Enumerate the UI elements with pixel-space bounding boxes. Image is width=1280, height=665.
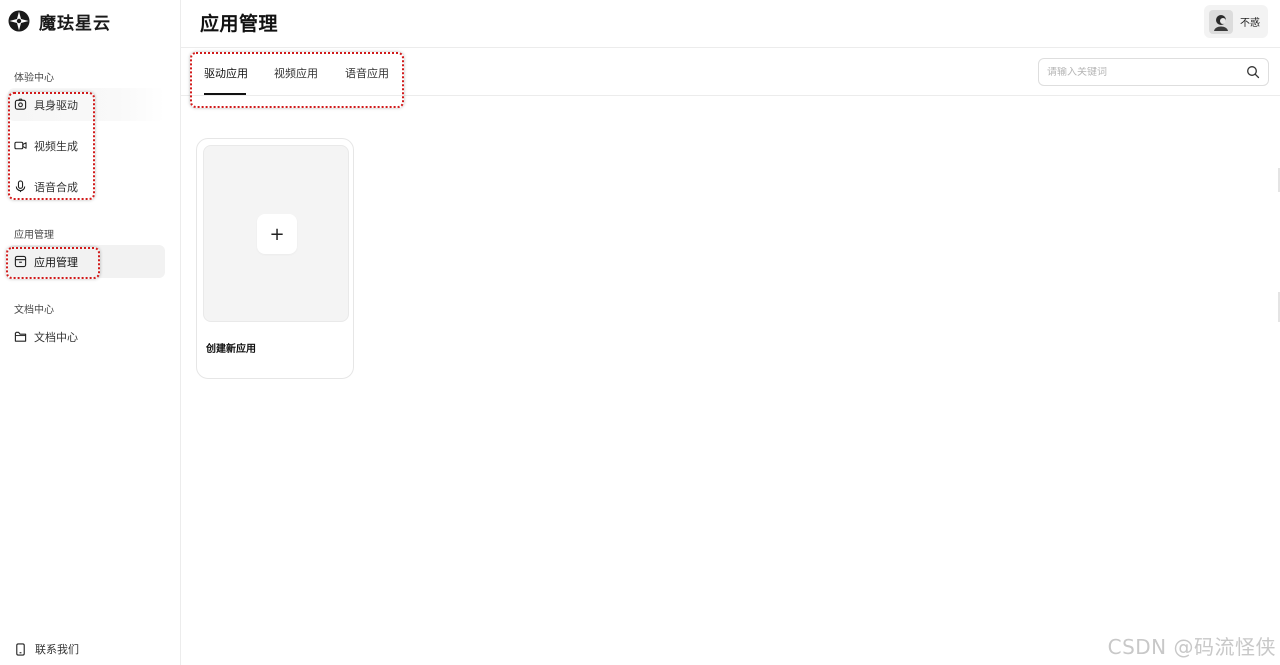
section-label-docs: 文档中心 — [14, 305, 54, 316]
watermark: CSDN @码流怪侠 — [1107, 635, 1276, 659]
sidebar-item-speech-synthesis[interactable]: 语音合成 — [8, 170, 165, 203]
sidebar-item-embodied-drive[interactable]: 具身驱动 — [8, 88, 165, 121]
phone-icon — [14, 642, 27, 656]
brand-name: 魔珐星云 — [39, 13, 111, 34]
contact-us-link[interactable]: 联系我们 — [14, 641, 79, 657]
plus-icon[interactable]: + — [257, 214, 297, 254]
top-header: 应用管理 不惑 — [181, 0, 1280, 48]
card-cover: + — [203, 145, 349, 322]
video-camera-icon — [14, 139, 27, 152]
card-title: 创建新应用 — [206, 344, 256, 355]
sidebar-item-label: 视频生成 — [34, 139, 78, 153]
create-app-card[interactable]: + 创建新应用 — [196, 138, 354, 379]
folder-icon — [14, 330, 27, 343]
app-box-icon — [14, 255, 27, 268]
tab-voice-apps[interactable]: 语音应用 — [345, 65, 389, 81]
microphone-icon — [14, 180, 27, 193]
tab-drive-apps[interactable]: 驱动应用 — [204, 65, 248, 81]
section-label-experience: 体验中心 — [14, 73, 54, 84]
sidebar-item-label: 文档中心 — [34, 330, 78, 344]
sidebar-item-docs-center[interactable]: 文档中心 — [8, 320, 165, 353]
sidebar-item-app-management[interactable]: 应用管理 — [8, 245, 165, 278]
contact-us-label: 联系我们 — [35, 643, 79, 656]
user-menu[interactable]: 不惑 — [1204, 5, 1268, 38]
tab-bar: 驱动应用 视频应用 语音应用 — [181, 48, 1280, 108]
search-input[interactable] — [1047, 66, 1246, 78]
sidebar: 魔珐星云 体验中心 具身驱动 视频生成 语音合成 应用管理 应用管理 文档中心 … — [0, 0, 181, 665]
avatar-icon — [1209, 9, 1233, 34]
sidebar-item-label: 具身驱动 — [34, 98, 78, 112]
active-tab-indicator — [204, 93, 246, 95]
user-name: 不惑 — [1240, 18, 1260, 29]
sidebar-item-video-generation[interactable]: 视频生成 — [8, 129, 165, 162]
sidebar-item-label: 应用管理 — [34, 255, 78, 269]
brand-logo-icon — [8, 10, 30, 32]
search-icon[interactable] — [1246, 65, 1260, 79]
camera-box-icon — [14, 98, 27, 111]
search-box — [1038, 58, 1269, 86]
tab-video-apps[interactable]: 视频应用 — [274, 65, 318, 81]
page-title: 应用管理 — [200, 13, 279, 35]
section-label-app-management: 应用管理 — [14, 230, 54, 241]
sidebar-item-label: 语音合成 — [34, 180, 78, 194]
brand[interactable]: 魔珐星云 — [8, 9, 111, 34]
app-root: 魔珐星云 体验中心 具身驱动 视频生成 语音合成 应用管理 应用管理 文档中心 … — [0, 0, 1280, 665]
